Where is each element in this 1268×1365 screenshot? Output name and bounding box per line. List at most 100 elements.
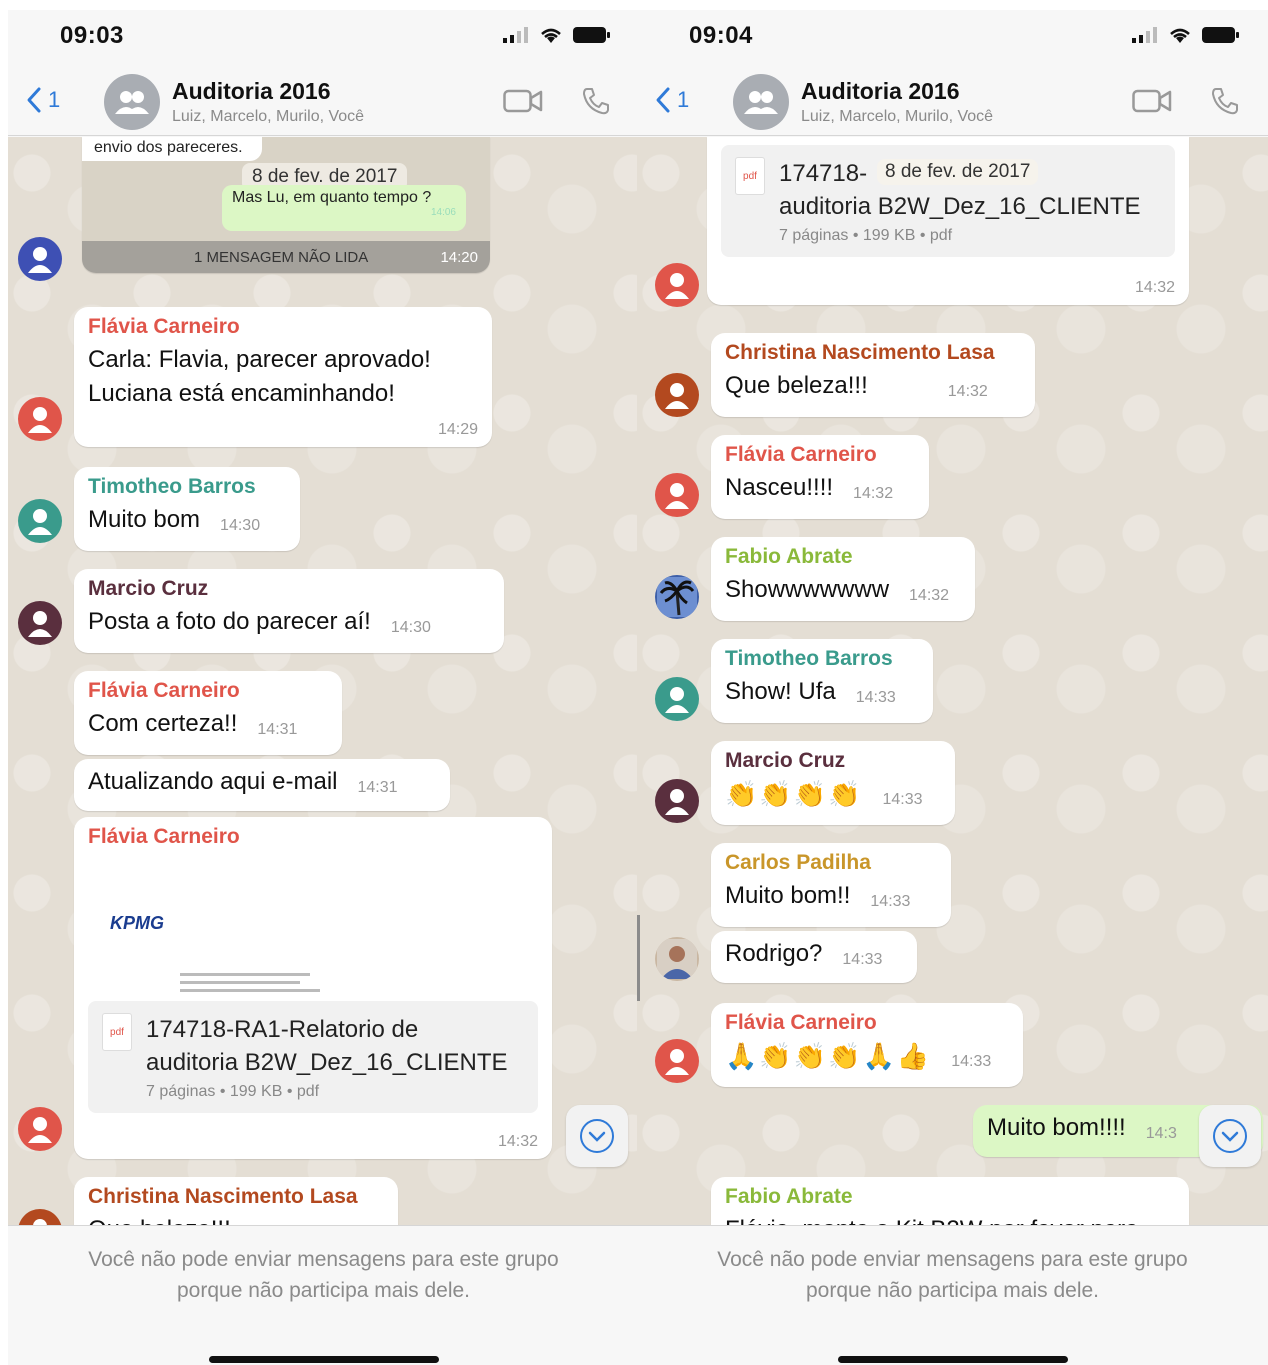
message-text: Carla: Flavia, parecer aprovado! [88, 346, 431, 373]
message-bubble[interactable]: Flávia Carneiro 🙏👏👏👏🙏👍 14:33 [711, 1003, 1023, 1087]
kpmg-logo: KPMG [110, 913, 164, 933]
message-bubble[interactable]: Rodrigo? 14:33 [711, 931, 917, 983]
message-bubble[interactable]: Carlos Padilha Muito bom!! 14:33 [711, 843, 951, 927]
preview-line [180, 973, 310, 976]
avatar[interactable] [18, 499, 62, 543]
unread-label: 1 MENSAGEM NÃO LIDA [194, 248, 369, 266]
footer-line: Você não pode enviar mensagens para este… [88, 1248, 559, 1271]
status-icons [503, 26, 611, 44]
document-message[interactable]: Flávia Carneiro KPMG pdf 174718-RA1-Rela… [74, 817, 552, 1159]
avatar[interactable] [18, 397, 62, 441]
chevron-left-icon [27, 87, 41, 113]
video-call-icon[interactable] [1132, 88, 1172, 114]
message-bubble[interactable]: Marcio Cruz Posta a foto do parecer aí! … [74, 569, 504, 653]
image-message[interactable]: envio dos pareceres. 8 de fev. de 2017 M… [82, 137, 490, 273]
message-bubble[interactable]: Christina Nascimento Lasa Que beleza!!! … [711, 333, 1035, 417]
avatar[interactable] [655, 473, 699, 517]
avatar[interactable] [18, 1107, 62, 1151]
back-count: 1 [48, 87, 61, 112]
document-attachment[interactable]: pdf 174718- auditoria B2W_Dez_16_CLIENTE… [721, 145, 1175, 257]
message-bubble[interactable]: Fabio Abrate Flávia, monta o Kit B2W por… [711, 1177, 1189, 1225]
message-row: Muito bom 14:30 [88, 503, 286, 537]
message-text: Que beleza!!! [88, 1213, 384, 1225]
person-icon [665, 383, 689, 409]
avatar[interactable] [655, 263, 699, 307]
sender-name: Timotheo Barros [725, 647, 893, 670]
message-row: Muito bom!! 14:33 [725, 879, 937, 913]
group-members: Luiz, Marcelo, Murilo, Você [801, 108, 994, 125]
message-bubble[interactable]: Flávia Carneiro Carla: Flavia, parecer a… [74, 307, 492, 447]
person-icon [665, 1049, 689, 1075]
chat-area[interactable]: pdf 174718- auditoria B2W_Dez_16_CLIENTE… [637, 137, 1268, 1225]
message-row: Rodrigo? 14:33 [725, 937, 903, 971]
scroll-down-button[interactable] [566, 1105, 628, 1167]
message-bubble[interactable]: Timotheo Barros Show! Ufa 14:33 [711, 639, 933, 723]
person-photo-icon [657, 939, 697, 979]
chat-header: 1 Auditoria 2016 Luiz, Marcelo, Murilo, … [637, 68, 1268, 136]
message-bubble[interactable]: Fabio Abrate Showwwwwww 14:32 [711, 537, 975, 621]
avatar[interactable] [655, 677, 699, 721]
message-row: Posta a foto do parecer aí! 14:30 [88, 605, 490, 639]
header-actions [1132, 86, 1240, 116]
message-bubble[interactable]: Timotheo Barros Muito bom 14:30 [74, 467, 300, 551]
message-time: 14:3 [1145, 1125, 1177, 1142]
group-icon [115, 91, 149, 114]
message-time: 14:30 [220, 517, 261, 534]
avatar[interactable] [655, 1039, 699, 1083]
person-icon [28, 509, 52, 535]
home-indicator[interactable] [208, 1356, 439, 1363]
message-bubble[interactable]: Flávia Carneiro Com certeza!! 14:31 [74, 671, 342, 755]
person-icon [33, 1219, 47, 1225]
phone-call-icon[interactable] [1210, 86, 1240, 116]
back-button[interactable]: 1 [655, 86, 689, 114]
document-attachment[interactable]: pdf 174718-RA1-Relatorio de auditoria B2… [88, 1001, 538, 1113]
person-icon [28, 247, 52, 273]
chat-area[interactable]: envio dos pareceres. 8 de fev. de 2017 M… [8, 137, 639, 1225]
group-avatar[interactable] [733, 74, 789, 130]
avatar[interactable] [655, 373, 699, 417]
preview-outgoing: Mas Lu, em quanto tempo ? 14:06 [222, 185, 466, 231]
message-time: 14:32 [947, 383, 988, 400]
sender-name: Fabio Abrate [725, 545, 853, 568]
scroll-down-button[interactable] [1199, 1105, 1261, 1167]
message-text: Muito bom [88, 506, 201, 533]
message-row: 👏👏👏👏 14:33 [725, 777, 941, 811]
message-time: 14:32 [853, 485, 894, 502]
message-time: 14:33 [842, 951, 883, 968]
group-title[interactable]: Auditoria 2016 [801, 78, 960, 105]
video-call-icon[interactable] [503, 88, 543, 114]
avatar[interactable] [655, 937, 699, 981]
document-name: auditoria B2W_Dez_16_CLIENTE [146, 1049, 508, 1076]
pdf-icon: pdf [102, 1013, 132, 1051]
document-message[interactable]: pdf 174718- auditoria B2W_Dez_16_CLIENTE… [707, 137, 1189, 305]
phone-call-icon[interactable] [581, 86, 611, 116]
signal-icon [1132, 27, 1157, 43]
message-time: 14:29 [437, 421, 478, 438]
avatar[interactable] [18, 601, 62, 645]
person-icon [665, 273, 689, 299]
document-meta: 7 páginas • 199 KB • pdf [779, 227, 953, 244]
message-time: 14:33 [951, 1053, 992, 1070]
status-bar: 09:03 [8, 10, 639, 68]
avatar[interactable] [655, 779, 699, 823]
message-bubble[interactable]: Flávia Carneiro Nasceu!!!! 14:32 [711, 435, 929, 519]
back-button[interactable]: 1 [26, 86, 60, 114]
document-info: 174718-RA1-Relatorio de auditoria B2W_De… [146, 1013, 508, 1101]
home-indicator[interactable] [837, 1356, 1068, 1363]
group-title[interactable]: Auditoria 2016 [172, 78, 331, 105]
message-bubble[interactable]: Marcio Cruz 👏👏👏👏 14:33 [711, 741, 955, 825]
battery-icon [1202, 27, 1239, 43]
wifi-icon [541, 28, 561, 43]
avatar[interactable] [18, 1209, 62, 1225]
person-icon [665, 789, 689, 815]
message-bubble[interactable]: Atualizando aqui e-mail 14:31 [74, 759, 450, 811]
avatar[interactable] [655, 575, 699, 619]
avatar[interactable] [18, 237, 62, 281]
group-avatar[interactable] [104, 74, 160, 130]
message-time: 14:33 [882, 791, 923, 808]
person-icon [28, 611, 52, 637]
footer-line: Você não pode enviar mensagens para este… [717, 1248, 1188, 1271]
person-icon [665, 483, 689, 509]
right-screenshot: 09:04 1 Auditoria 2016 Luiz, Marcelo, Mu… [637, 10, 1268, 1365]
message-bubble[interactable]: Christina Nascimento Lasa Que beleza!!! [74, 1177, 398, 1225]
